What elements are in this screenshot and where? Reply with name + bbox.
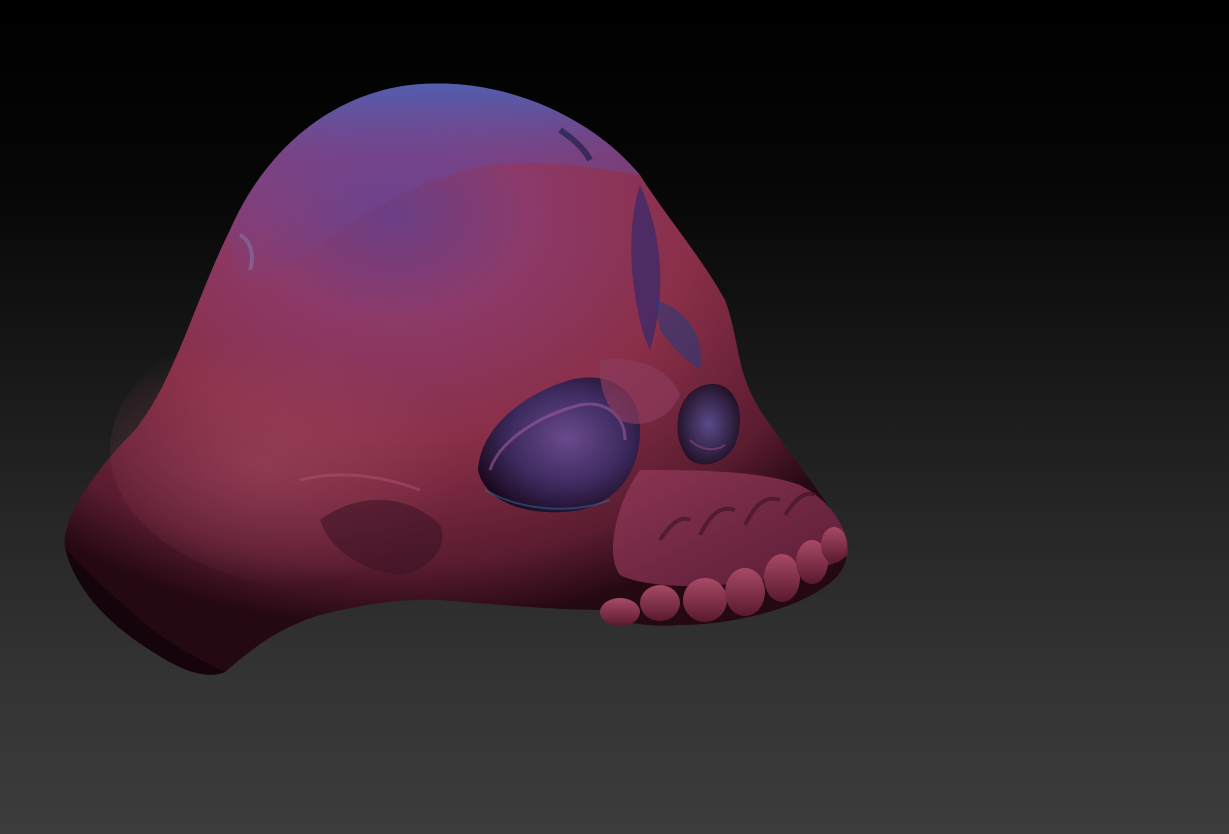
tooth [683, 578, 727, 622]
tooth [764, 554, 800, 602]
tooth [640, 585, 680, 621]
skull-render [64, 83, 849, 675]
tooth [600, 598, 640, 626]
tooth [821, 527, 847, 563]
sculpt-viewport[interactable] [0, 0, 1229, 834]
tooth [725, 568, 765, 616]
